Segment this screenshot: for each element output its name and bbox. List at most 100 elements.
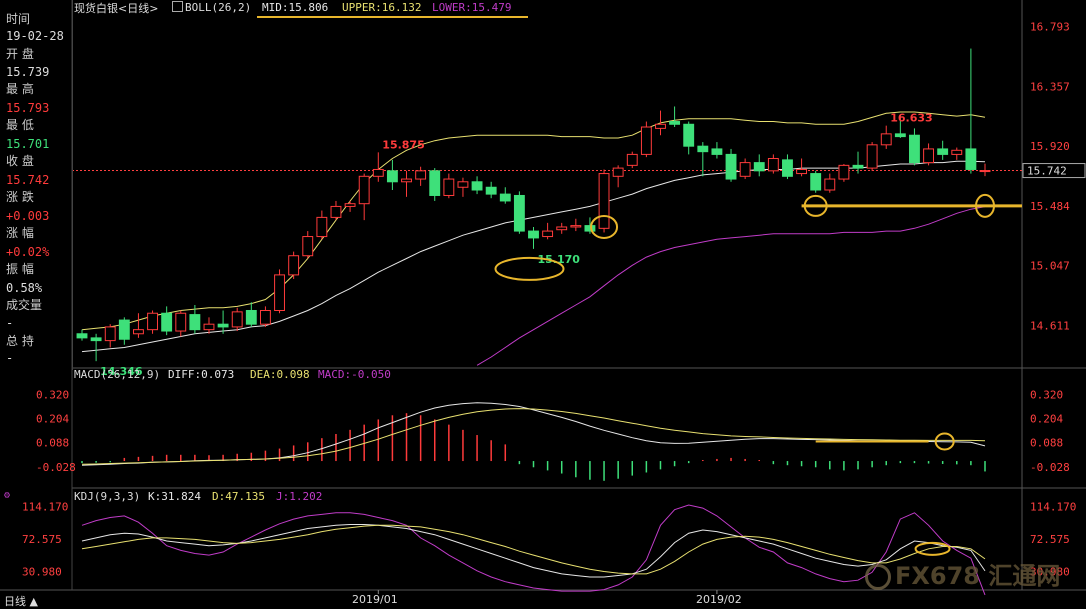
price-tick-label: 16.793	[1030, 21, 1070, 34]
candle-body	[979, 170, 991, 173]
boll-upper-line	[81, 111, 986, 331]
candle-body	[824, 178, 836, 191]
candle	[429, 168, 441, 201]
candle	[640, 121, 652, 158]
candle-body	[386, 170, 398, 183]
candle	[528, 226, 539, 249]
macd-tick-label-right: 0.088	[1030, 437, 1063, 450]
candle-body	[810, 173, 822, 191]
candle	[655, 110, 666, 136]
candle-body	[132, 329, 144, 335]
candle	[513, 191, 525, 234]
macd-tick-label-left: 0.204	[36, 413, 69, 426]
candle-body	[485, 186, 497, 195]
current-price-label: 15.742	[1027, 165, 1067, 178]
candle	[767, 154, 779, 174]
candle-body	[725, 153, 737, 180]
extreme-price-label: 15.875	[382, 138, 424, 151]
macd-dea-line	[81, 408, 986, 465]
candle	[118, 317, 130, 345]
candle	[443, 173, 455, 199]
candle	[76, 329, 88, 341]
candle-body	[147, 312, 158, 331]
candle-body	[570, 225, 582, 228]
candle-body	[640, 126, 652, 155]
candle	[330, 200, 342, 221]
extreme-price-label: 16.633	[890, 112, 932, 125]
macd-tick-label-right: 0.320	[1030, 388, 1063, 401]
macd-tick-label-left: -0.028	[36, 461, 76, 474]
candle	[612, 165, 624, 188]
candle	[542, 222, 554, 240]
fx678-logo-icon	[865, 564, 891, 590]
candle	[838, 163, 850, 182]
candle	[965, 48, 977, 174]
candle	[598, 169, 610, 233]
instrument-title[interactable]: 现货白银<日线>	[74, 0, 158, 16]
candle	[302, 231, 314, 259]
kdj-tick-label-left: 30.980	[22, 566, 62, 579]
boll-indicator-label[interactable]: BOLL(26,2)	[172, 1, 251, 14]
candle	[274, 269, 285, 314]
candle-body	[499, 193, 511, 202]
candle-body	[852, 164, 864, 169]
candle	[937, 140, 949, 160]
value-volume: -	[6, 316, 14, 330]
watermark-logo: FX678 汇通网	[865, 556, 1060, 591]
label-open-interest: 总 持	[6, 334, 34, 348]
value-close: 15.742	[6, 173, 50, 187]
candle-body	[104, 326, 116, 342]
candle-body	[118, 319, 130, 340]
watermark-text: FX678 汇通网	[895, 562, 1061, 590]
boll-lower-line	[476, 206, 986, 366]
candle	[570, 218, 582, 232]
label-high: 最 高	[6, 82, 34, 96]
price-tick-label: 14.611	[1030, 319, 1070, 332]
candle	[231, 307, 243, 332]
candle	[147, 310, 158, 334]
candle-body	[937, 148, 949, 155]
candle	[401, 170, 412, 197]
candle	[485, 181, 497, 199]
candle	[288, 251, 300, 279]
value-date: 19-02-28	[6, 29, 64, 43]
kdj-settings-icon[interactable]: ⚙	[4, 490, 10, 501]
kdj-panel[interactable]	[81, 504, 986, 596]
boll-params: BOLL(26,2)	[185, 1, 252, 14]
candle	[725, 148, 737, 182]
candle	[104, 324, 116, 348]
candle	[824, 173, 836, 193]
boll-mid-value: MID:15.806	[262, 1, 329, 14]
candle-body	[471, 181, 483, 191]
kdj-tick-label-left: 72.575	[22, 533, 62, 546]
low-circle	[494, 256, 565, 281]
macd-indicator-label[interactable]: MACD(26,12,9)	[74, 368, 160, 381]
label-open: 开 盘	[6, 47, 34, 61]
kdj-indicator-label[interactable]: KDJ(9,3,3)	[74, 490, 140, 503]
macd-tick-label-left: 0.088	[36, 437, 69, 450]
price-tick-label: 15.920	[1030, 140, 1070, 153]
candle	[979, 163, 991, 177]
kdj-tick-label-right: 72.575	[1030, 533, 1070, 546]
candle	[669, 106, 681, 128]
chart-canvas[interactable]: 16.793 16.357 15.920 15.484 15.047 14.611 15.7…	[0, 0, 1086, 606]
period-selector-button[interactable]: 日线 ▲	[4, 593, 38, 609]
candle-body	[528, 230, 539, 239]
candle-body	[231, 311, 243, 328]
candle-body	[951, 149, 963, 155]
value-open-interest: -	[6, 351, 14, 365]
candle	[711, 142, 723, 159]
candle-body	[217, 323, 229, 328]
boll-upper-value: UPPER:16.132	[342, 1, 422, 14]
kdj-k-line	[81, 524, 986, 578]
kdj-j-line	[81, 504, 986, 596]
candle-body	[683, 123, 695, 147]
candle-body	[838, 164, 850, 180]
candle-body	[372, 168, 384, 177]
candle	[132, 313, 144, 338]
candle-body	[909, 134, 920, 164]
price-tick-label: 15.484	[1030, 200, 1070, 213]
candle-body	[76, 333, 88, 339]
candle	[866, 142, 878, 171]
candle-body	[245, 309, 257, 325]
